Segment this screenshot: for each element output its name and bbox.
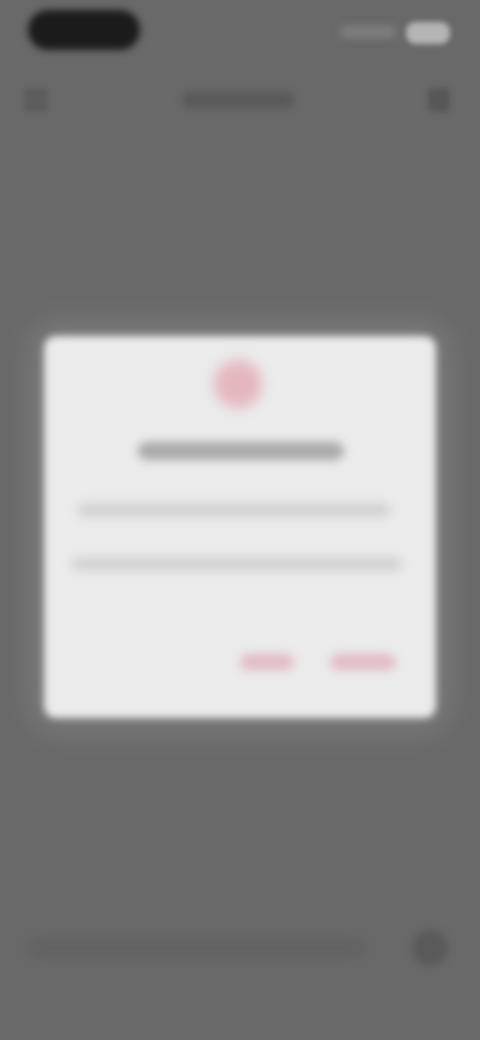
dialog-message-line [78, 504, 390, 516]
screen [0, 0, 480, 1040]
message-input-bar [28, 930, 378, 970]
dialog-message-line [72, 558, 402, 570]
alert-circle-icon [214, 360, 262, 408]
alert-dialog [44, 336, 436, 718]
message-input[interactable] [28, 938, 366, 958]
send-icon[interactable] [412, 930, 448, 966]
confirm-button[interactable] [330, 654, 396, 670]
dialog-title [138, 442, 344, 460]
cancel-button[interactable] [240, 654, 294, 670]
